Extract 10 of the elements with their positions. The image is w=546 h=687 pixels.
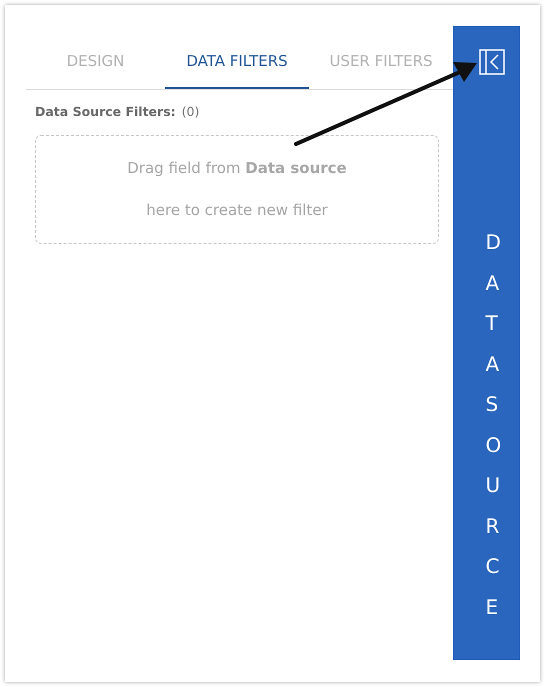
tab[interactable]: DATA FILTERS <box>165 26 309 89</box>
filter-count: (0) <box>182 104 200 119</box>
side-panel-title: DATA SOURCE <box>486 229 500 620</box>
drop-hint: here to create new filter <box>146 200 328 221</box>
drop-hint: Drag field from Data source <box>127 158 347 179</box>
drop-zone[interactable]: Drag field from Data source here to create new filter <box>35 135 439 244</box>
tab[interactable]: DESIGN <box>26 26 165 89</box>
filters-label: Data Source Filters: <box>35 104 176 119</box>
tab[interactable]: USER FILTERS <box>309 26 453 89</box>
collapse-icon[interactable] <box>478 49 504 75</box>
